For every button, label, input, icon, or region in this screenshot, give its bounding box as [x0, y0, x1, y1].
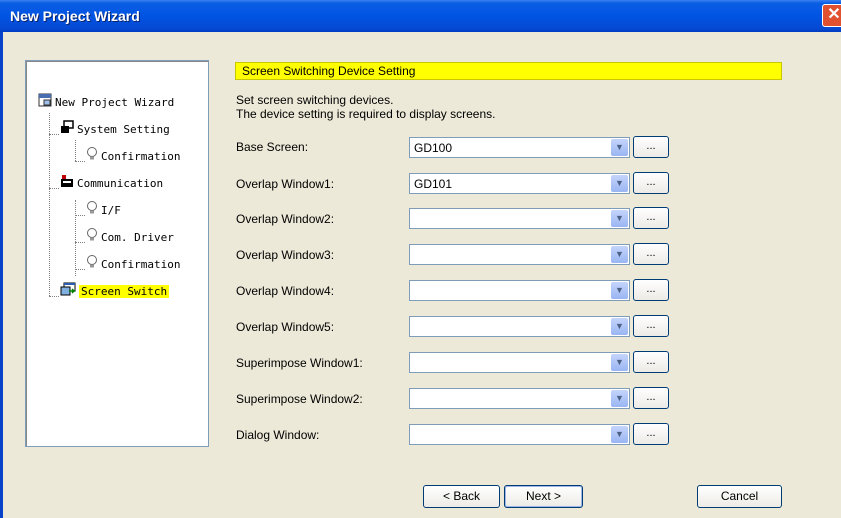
- title-bar[interactable]: New Project Wizard ✕: [0, 0, 841, 32]
- wizard-steps-tree[interactable]: New Project Wizard System Setting Confir…: [25, 60, 209, 447]
- chevron-down-icon[interactable]: ▼: [611, 282, 628, 299]
- cancel-button[interactable]: Cancel: [697, 485, 782, 508]
- lightbulb-icon: [86, 255, 98, 275]
- lightbulb-icon: [86, 228, 98, 248]
- chevron-down-icon[interactable]: ▼: [611, 246, 628, 263]
- superimpose-window1-combo[interactable]: ▼: [409, 352, 630, 373]
- overlap-window4-combo[interactable]: ▼: [409, 280, 630, 301]
- tree-item-if[interactable]: I/F: [86, 201, 121, 219]
- project-icon: [38, 93, 52, 113]
- base-screen-combo[interactable]: GD100 ▼: [409, 137, 630, 158]
- dialog-window-browse-button[interactable]: ...: [633, 423, 669, 445]
- lightbulb-icon: [86, 201, 98, 221]
- overlap-window5-combo[interactable]: ▼: [409, 316, 630, 337]
- dialog-window-label: Dialog Window:: [236, 428, 320, 442]
- tree-item-screen-switch[interactable]: Screen Switch: [60, 282, 170, 302]
- chevron-down-icon[interactable]: ▼: [611, 318, 628, 335]
- overlap-window1-combo[interactable]: GD101 ▼: [409, 173, 630, 194]
- close-button[interactable]: ✕: [822, 4, 841, 27]
- overlap-window5-label: Overlap Window5:: [236, 320, 335, 334]
- overlap-window1-label: Overlap Window1:: [236, 177, 335, 191]
- lightbulb-icon: [86, 147, 98, 167]
- screen-switch-icon: [60, 282, 76, 302]
- tree-item-communication[interactable]: Communication: [60, 174, 163, 192]
- tree-item-com-driver[interactable]: Com. Driver: [86, 228, 174, 246]
- overlap-window2-label: Overlap Window2:: [236, 212, 335, 226]
- overlap-window3-browse-button[interactable]: ...: [633, 243, 669, 265]
- overlap-window2-browse-button[interactable]: ...: [633, 207, 669, 229]
- overlap-window3-combo[interactable]: ▼: [409, 244, 630, 265]
- overlap-window3-label: Overlap Window3:: [236, 248, 335, 262]
- chevron-down-icon[interactable]: ▼: [611, 390, 628, 407]
- superimpose-window2-label: Superimpose Window2:: [236, 392, 363, 406]
- superimpose-window2-browse-button[interactable]: ...: [633, 387, 669, 409]
- chevron-down-icon[interactable]: ▼: [611, 175, 628, 192]
- base-screen-label: Base Screen:: [236, 140, 309, 154]
- base-screen-browse-button[interactable]: ...: [633, 136, 669, 158]
- description: Set screen switching devices. The device…: [236, 93, 496, 121]
- window-title: New Project Wizard: [10, 8, 140, 24]
- superimpose-window2-combo[interactable]: ▼: [409, 388, 630, 409]
- chevron-down-icon[interactable]: ▼: [611, 139, 628, 156]
- overlap-window5-browse-button[interactable]: ...: [633, 315, 669, 337]
- tree-item-confirmation-2[interactable]: Confirmation: [86, 255, 180, 273]
- communication-icon: [60, 174, 74, 194]
- chevron-down-icon[interactable]: ▼: [611, 354, 628, 371]
- overlap-window1-browse-button[interactable]: ...: [633, 172, 669, 194]
- tree-item-new-project-wizard[interactable]: New Project Wizard: [38, 93, 174, 111]
- window-frame: [0, 32, 3, 518]
- dialog-window-combo[interactable]: ▼: [409, 424, 630, 445]
- superimpose-window1-label: Superimpose Window1:: [236, 356, 363, 370]
- next-button[interactable]: Next >: [504, 485, 583, 508]
- back-button[interactable]: < Back: [423, 485, 500, 508]
- overlap-window2-combo[interactable]: ▼: [409, 208, 630, 229]
- tree-item-confirmation-1[interactable]: Confirmation: [86, 147, 180, 165]
- chevron-down-icon[interactable]: ▼: [611, 210, 628, 227]
- chevron-down-icon[interactable]: ▼: [611, 426, 628, 443]
- overlap-window4-browse-button[interactable]: ...: [633, 279, 669, 301]
- system-setting-icon: [60, 120, 74, 140]
- overlap-window4-label: Overlap Window4:: [236, 284, 335, 298]
- close-icon: ✕: [827, 6, 841, 23]
- section-heading: Screen Switching Device Setting: [235, 62, 782, 80]
- superimpose-window1-browse-button[interactable]: ...: [633, 351, 669, 373]
- tree-item-system-setting[interactable]: System Setting: [60, 120, 170, 138]
